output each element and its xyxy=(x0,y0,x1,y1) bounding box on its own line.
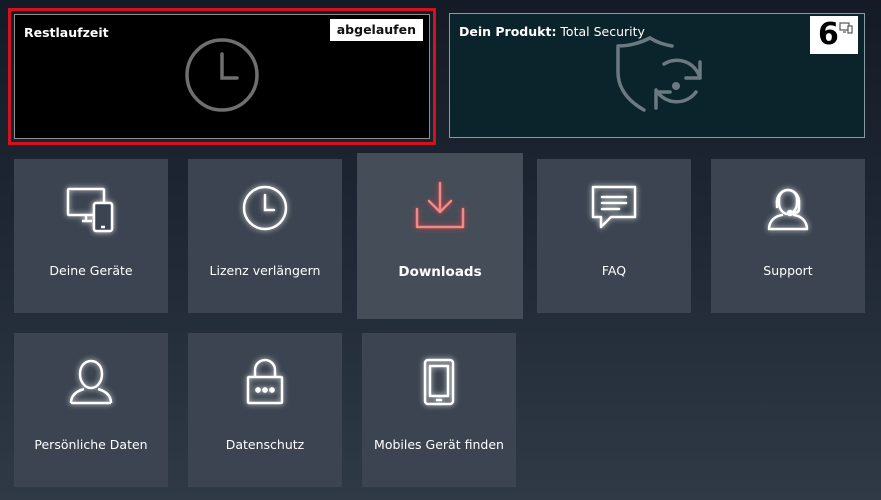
tile-find-mobile-label: Mobiles Gerät finden xyxy=(374,437,504,452)
tile-renew-license-label: Lizenz verlängern xyxy=(209,263,321,278)
tile-downloads-label: Downloads xyxy=(398,264,482,280)
remaining-time-title: Restlaufzeit xyxy=(24,25,109,40)
tile-privacy[interactable]: Datenschutz xyxy=(188,333,342,487)
clock-icon xyxy=(188,183,342,237)
clock-icon xyxy=(183,36,261,118)
tile-personal-data-label: Persönliche Daten xyxy=(34,437,148,452)
user-icon xyxy=(14,357,168,411)
tile-devices-label: Deine Geräte xyxy=(49,263,133,278)
phone-icon xyxy=(362,357,516,411)
tile-downloads[interactable]: Downloads xyxy=(357,153,523,319)
download-icon xyxy=(357,179,523,233)
shield-refresh-icon xyxy=(614,34,706,118)
headset-icon xyxy=(711,183,865,237)
tile-privacy-label: Datenschutz xyxy=(225,437,305,452)
lock-icon xyxy=(188,357,342,411)
tile-renew-license[interactable]: Lizenz verlängern xyxy=(188,159,342,313)
device-count: 6 xyxy=(818,17,839,52)
tile-personal-data[interactable]: Persönliche Daten xyxy=(14,333,168,487)
chat-icon xyxy=(537,183,691,237)
tile-find-mobile[interactable]: Mobiles Gerät finden xyxy=(362,333,516,487)
tile-faq[interactable]: FAQ xyxy=(537,159,691,313)
tile-support-label: Support xyxy=(763,263,813,278)
tile-support[interactable]: Support xyxy=(711,159,865,313)
device-count-box: 6 xyxy=(810,16,858,54)
expired-badge: abgelaufen xyxy=(329,19,423,41)
product-card[interactable]: Dein Produkt: Total Security 6 xyxy=(449,13,865,138)
monitor-icon xyxy=(839,19,853,38)
tile-faq-label: FAQ xyxy=(601,263,627,278)
tile-devices[interactable]: Deine Geräte xyxy=(14,159,168,313)
devices-icon xyxy=(14,183,168,237)
remaining-time-card[interactable]: Restlaufzeit abgelaufen xyxy=(8,8,436,145)
